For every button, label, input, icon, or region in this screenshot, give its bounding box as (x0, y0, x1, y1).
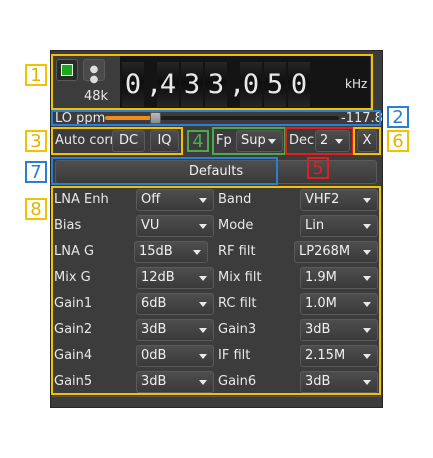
callout-8: 8 (25, 198, 47, 220)
annotation-frame-1 (51, 54, 373, 110)
annotation-frame-3 (51, 127, 183, 155)
callout-6: 6 (387, 130, 409, 152)
bottom-divider (52, 396, 381, 397)
annotation-frame-4 (212, 127, 286, 155)
callout-5: 5 (307, 157, 329, 179)
annotation-frame-6 (353, 127, 381, 155)
callout-2: 2 (387, 106, 409, 128)
callout-1: 1 (25, 64, 47, 86)
callout-4: 4 (187, 130, 209, 152)
callout-7: 7 (25, 161, 47, 183)
annotation-frame-8 (51, 186, 381, 395)
annotation-frame-5 (285, 127, 354, 155)
annotation-frame-2 (51, 110, 381, 126)
annotation-frame-7 (51, 157, 278, 185)
callout-3: 3 (25, 130, 47, 152)
